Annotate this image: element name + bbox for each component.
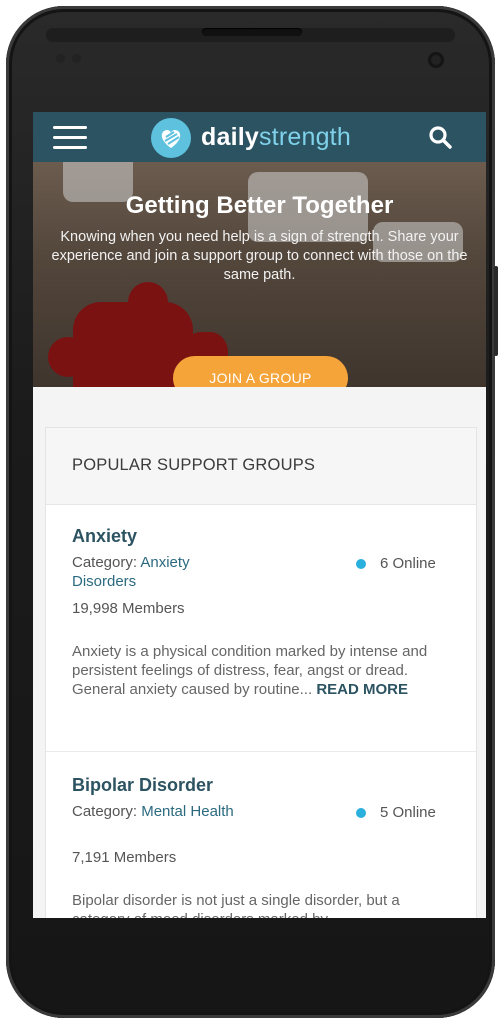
group-description-text: Bipolar disorder is not just a single di… xyxy=(72,892,400,918)
app-screen: dailystrength Getting Better Together Kn… xyxy=(33,112,486,918)
group-online-status: 6 Online xyxy=(356,555,436,572)
logo-text[interactable]: dailystrength xyxy=(201,124,351,150)
red-puzzle-knob-image xyxy=(48,337,88,377)
popular-groups-heading: POPULAR SUPPORT GROUPS xyxy=(72,456,316,474)
online-dot-icon xyxy=(356,808,366,819)
hero-description: Knowing when you need help is a sign of … xyxy=(51,229,468,283)
hero-title: Getting Better Together xyxy=(125,192,394,219)
phone-side-button xyxy=(494,266,498,356)
join-group-button[interactable]: JOIN A GROUP xyxy=(173,356,348,387)
group-category: Category: Anxiety Disorders xyxy=(72,553,242,591)
group-category-prefix: Category: xyxy=(72,554,141,571)
logo-text-bold: daily xyxy=(201,123,259,151)
group-description: Anxiety is a physical condition marked b… xyxy=(72,642,452,699)
popular-groups-card: POPULAR SUPPORT GROUPS Anxiety Category:… xyxy=(45,427,477,918)
group-category-link[interactable]: Mental Health xyxy=(141,803,234,820)
logo-heart-icon xyxy=(151,118,191,158)
popular-groups-header: POPULAR SUPPORT GROUPS xyxy=(46,428,476,505)
read-more-link[interactable]: READ MORE xyxy=(316,681,408,698)
group-description: Bipolar disorder is not just a single di… xyxy=(72,891,452,918)
phone-speaker xyxy=(202,28,302,36)
phone-sensor xyxy=(56,54,65,63)
hero-banner: Getting Better Together Knowing when you… xyxy=(33,162,486,387)
menu-icon[interactable] xyxy=(53,126,87,150)
logo-text-light: strength xyxy=(258,123,351,151)
group-title[interactable]: Bipolar Disorder xyxy=(72,775,213,796)
online-dot-icon xyxy=(356,559,366,570)
group-category-prefix: Category: xyxy=(72,803,142,820)
group-members: 19,998 Members xyxy=(72,600,185,617)
group-category: Category: Mental Health xyxy=(72,802,242,821)
red-puzzle-knob-image xyxy=(128,282,168,322)
search-icon[interactable] xyxy=(427,124,455,152)
group-members: 7,191 Members xyxy=(72,849,177,866)
top-navbar: dailystrength xyxy=(33,112,486,162)
group-title[interactable]: Anxiety xyxy=(72,526,137,547)
group-online-count: 6 Online xyxy=(380,555,436,572)
group-divider xyxy=(46,751,476,752)
group-online-count: 5 Online xyxy=(380,804,436,821)
phone-camera xyxy=(428,52,444,68)
phone-sensor xyxy=(72,54,81,63)
group-online-status: 5 Online xyxy=(356,804,436,821)
